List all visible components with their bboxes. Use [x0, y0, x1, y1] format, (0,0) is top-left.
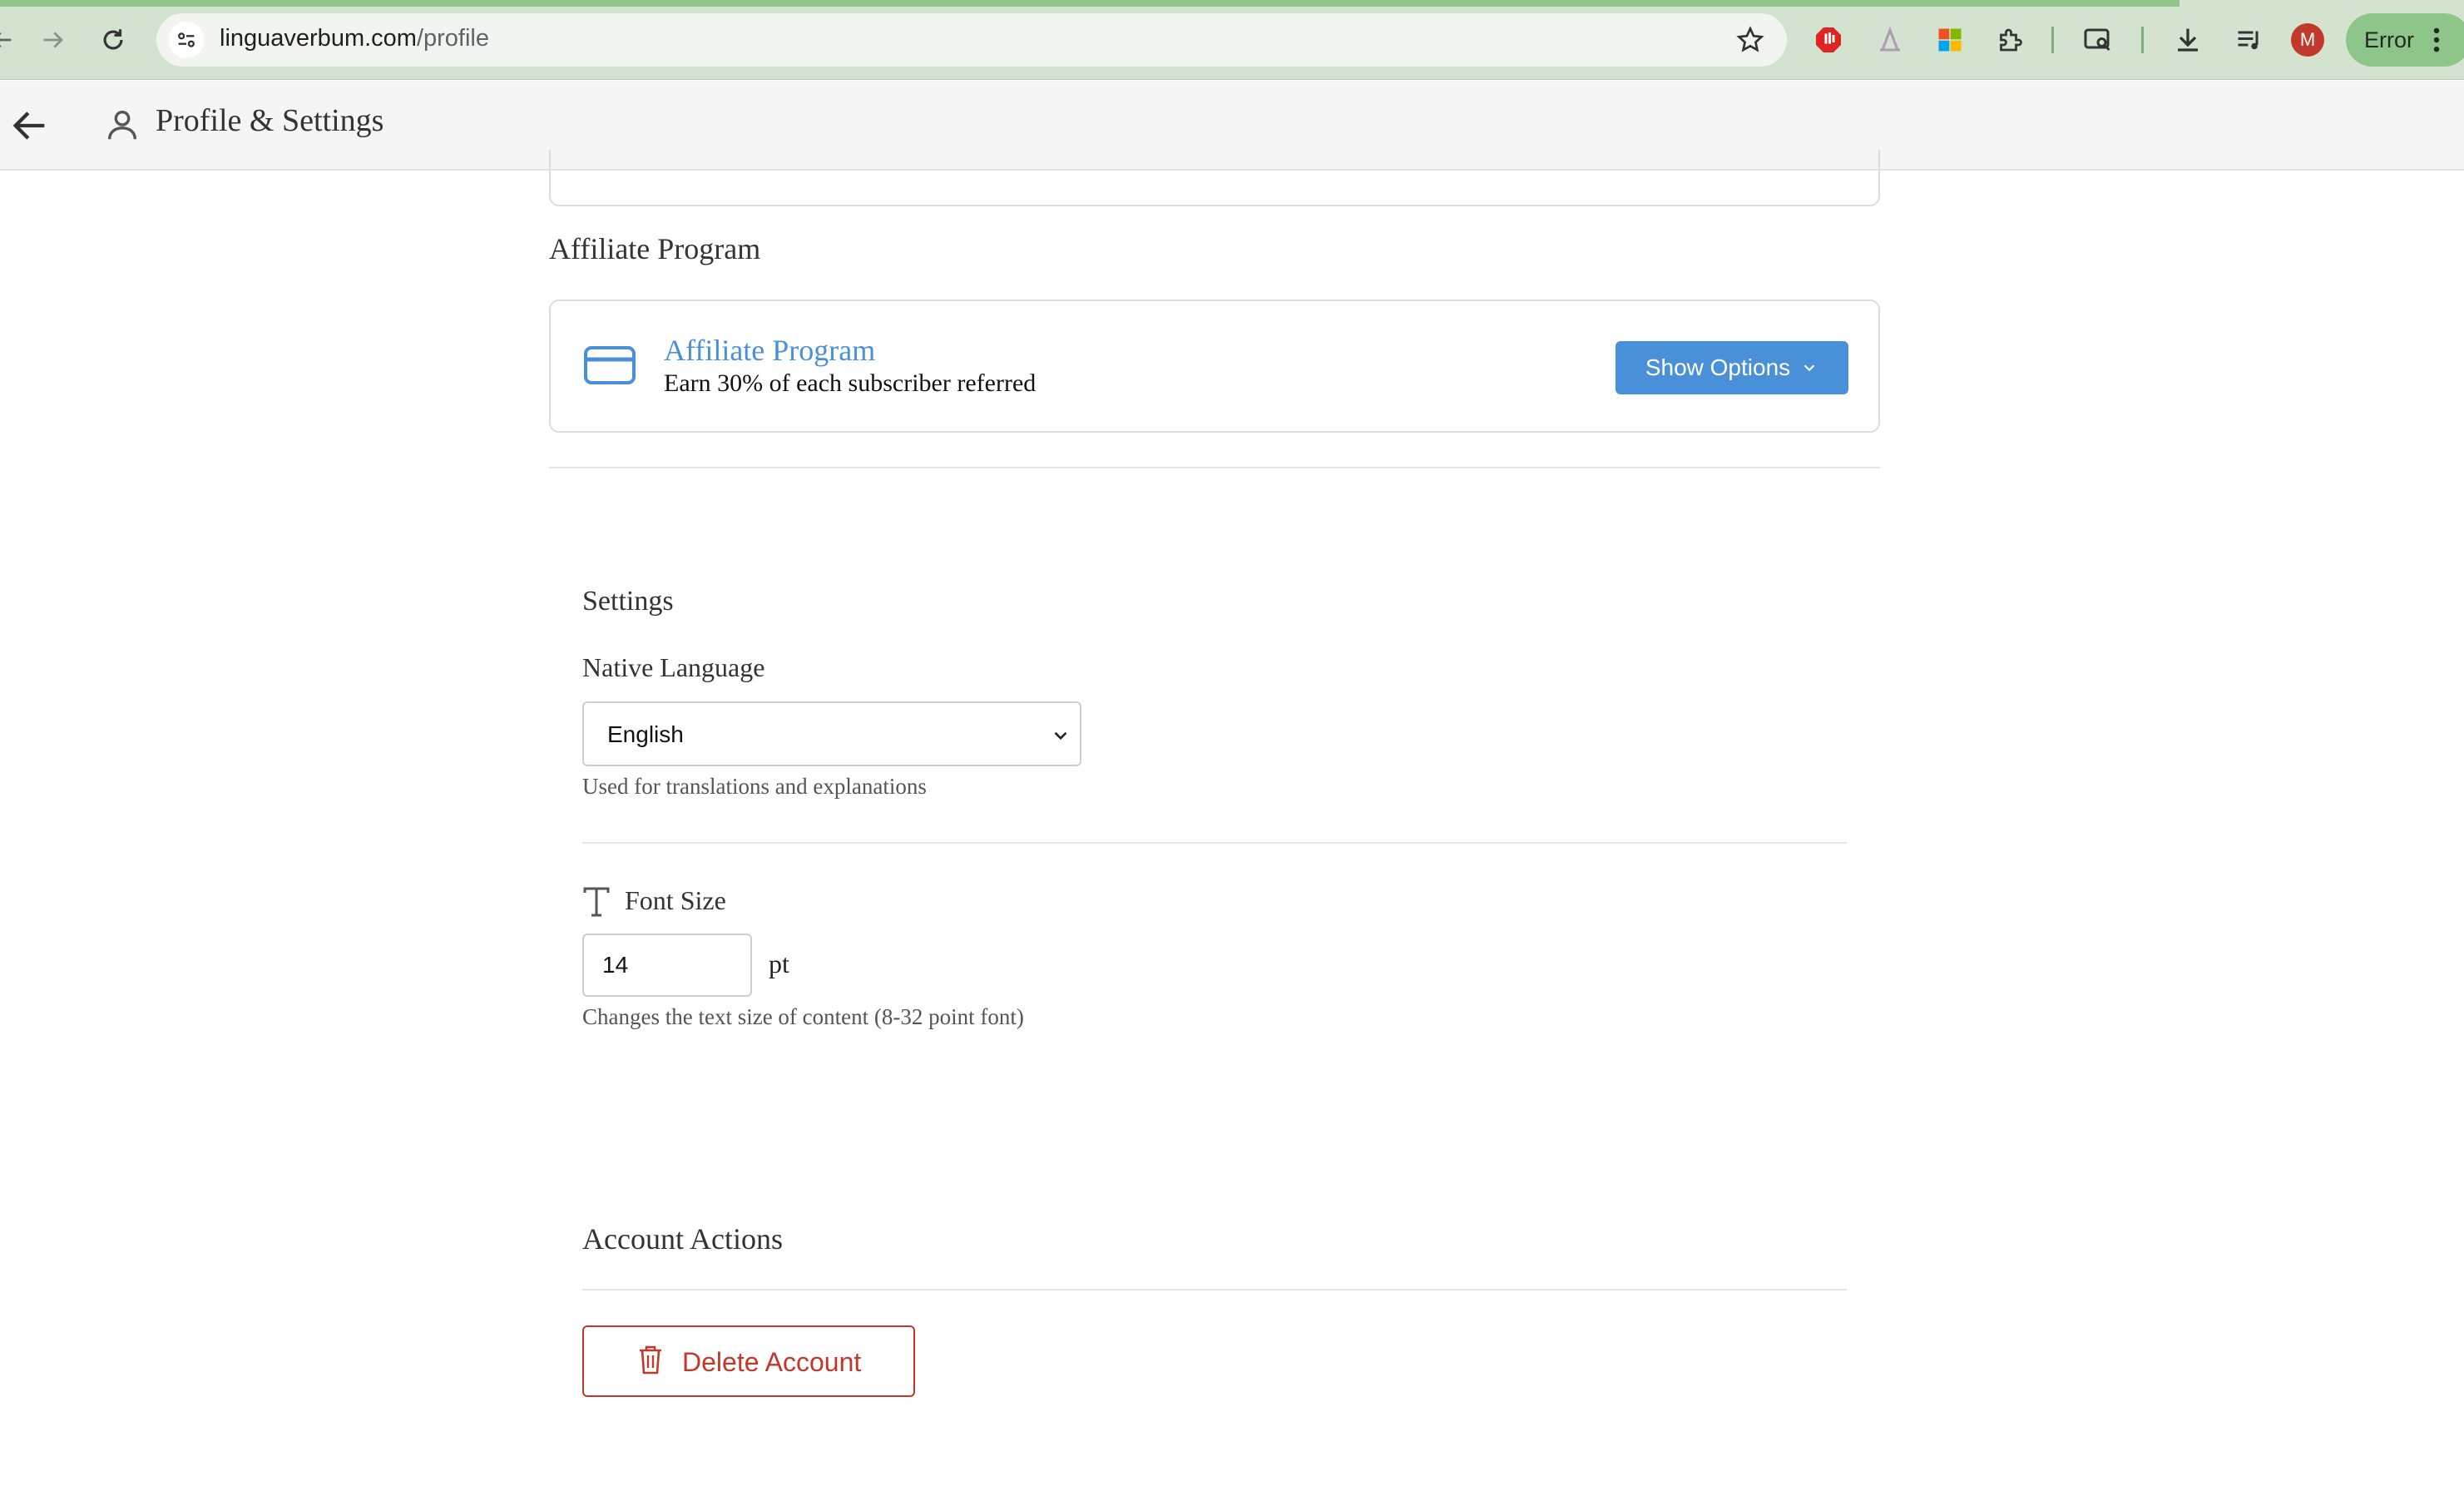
chevron-down-icon [1054, 731, 1067, 741]
media-queue-icon[interactable] [2231, 22, 2268, 58]
browser-toolbar: linguaverbum.com/profile M Error [0, 0, 2464, 80]
microsoft-extension-icon[interactable] [1932, 22, 1968, 58]
text-size-icon [583, 887, 610, 917]
back-arrow-icon[interactable] [8, 104, 52, 147]
profile-avatar[interactable]: M [2291, 23, 2324, 57]
font-size-value: 14 [602, 952, 629, 978]
puzzle-extensions-icon[interactable] [1991, 22, 2028, 58]
settings-section-title: Settings [582, 586, 674, 617]
download-icon[interactable] [2170, 22, 2206, 58]
affiliate-card-title[interactable]: Affiliate Program [664, 333, 875, 368]
bookmark-star-icon[interactable] [1735, 25, 1765, 55]
trash-icon [640, 1345, 661, 1375]
previous-card-bottom [549, 150, 1880, 206]
font-size-unit: pt [769, 949, 789, 978]
tab-strip-edge [0, 0, 2180, 7]
font-size-label: Font Size [625, 885, 726, 915]
account-actions-title: Account Actions [582, 1222, 783, 1256]
native-language-label: Native Language [582, 652, 765, 682]
font-size-input[interactable]: 14 [582, 934, 752, 997]
error-pill-label: Error [2364, 27, 2414, 52]
section-divider [549, 467, 1880, 468]
adblock-extension-icon[interactable] [1810, 22, 1847, 58]
native-language-help: Used for translations and explanations [582, 774, 927, 799]
toolbar-separator [2051, 27, 2054, 53]
user-icon [107, 110, 137, 140]
grammar-extension-icon[interactable] [1872, 22, 1908, 58]
site-settings-icon[interactable] [168, 22, 205, 58]
native-language-value: English [607, 721, 684, 747]
affiliate-card-subtitle: Earn 30% of each subscriber referred [664, 369, 1037, 397]
account-actions-divider [582, 1289, 1847, 1290]
reload-icon[interactable] [93, 20, 133, 60]
browser-error-pill[interactable]: Error [2346, 13, 2464, 67]
font-size-help: Changes the text size of content (8-32 p… [582, 1004, 1024, 1029]
address-bar[interactable]: linguaverbum.com/profile [156, 13, 1787, 67]
forward-nav-icon[interactable] [33, 20, 73, 60]
more-vert-icon [2433, 27, 2440, 52]
back-nav-icon[interactable] [0, 20, 22, 60]
credit-card-icon [584, 346, 636, 384]
delete-account-label: Delete Account [682, 1347, 862, 1377]
settings-divider [582, 842, 1847, 844]
tab-search-icon[interactable] [2080, 22, 2116, 58]
affiliate-card: Affiliate Program Earn 30% of each subsc… [549, 300, 1880, 433]
toolbar-separator [2141, 27, 2144, 53]
chevron-down-icon [1803, 364, 1815, 372]
page-title: Profile & Settings [156, 103, 384, 138]
delete-account-button[interactable]: Delete Account [582, 1325, 915, 1397]
show-options-button[interactable]: Show Options [1615, 341, 1848, 394]
url-text: linguaverbum.com/profile [220, 25, 489, 52]
affiliate-section-title: Affiliate Program [549, 232, 761, 265]
show-options-label: Show Options [1645, 354, 1791, 380]
native-language-select[interactable]: English [582, 701, 1081, 766]
